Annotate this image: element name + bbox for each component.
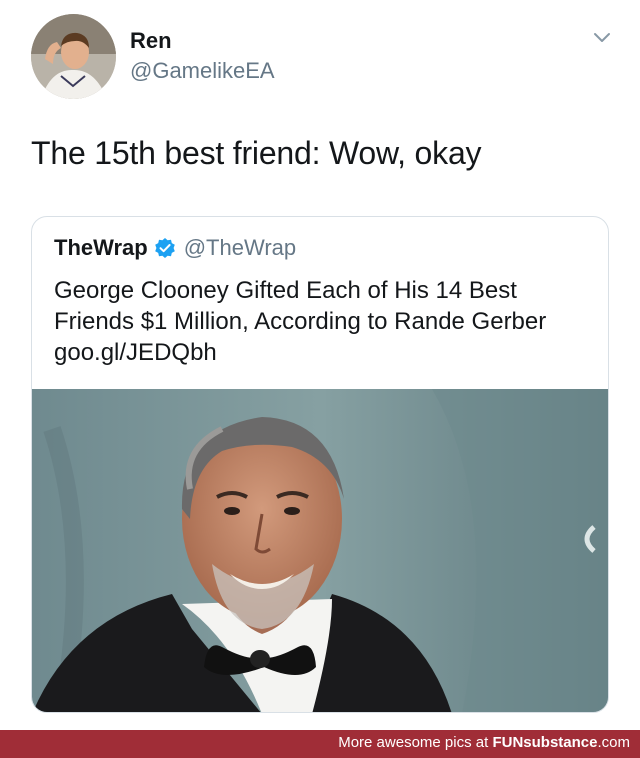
photo-illustration xyxy=(32,389,608,712)
quoted-tweet-text: George Clooney Gifted Each of His 14 Bes… xyxy=(54,277,547,335)
footer-brand: FUNsubstance xyxy=(492,734,598,751)
footer-prefix: More awesome pics at xyxy=(338,734,493,751)
quoted-tweet-card[interactable]: TheWrap @TheWrap George Clooney Gifted E… xyxy=(31,216,609,713)
avatar[interactable] xyxy=(31,14,116,99)
chevron-down-icon[interactable] xyxy=(592,30,612,46)
quoted-tweet-link[interactable]: goo.gl/JEDQbh xyxy=(54,337,594,368)
quoted-author-handle[interactable]: @TheWrap xyxy=(184,235,296,261)
footer-banner[interactable]: More awesome pics at FUNsubstance.com xyxy=(0,730,640,758)
quoted-tweet-text-block: George Clooney Gifted Each of His 14 Bes… xyxy=(54,275,594,368)
tweet-text: The 15th best friend: Wow, okay xyxy=(31,135,482,171)
tweet: Ren @GamelikeEA The 15th best friend: Wo… xyxy=(0,0,640,728)
author-name[interactable]: Ren xyxy=(130,28,172,54)
footer-suffix: .com xyxy=(597,734,630,751)
footer-text: More awesome pics at FUNsubstance.com xyxy=(338,734,630,751)
author-handle[interactable]: @GamelikeEA xyxy=(130,58,275,84)
quoted-tweet-header: TheWrap @TheWrap xyxy=(54,235,296,261)
quoted-author-name[interactable]: TheWrap xyxy=(54,235,148,261)
verified-badge-icon xyxy=(154,237,176,259)
quoted-tweet-photo[interactable] xyxy=(32,389,608,712)
avatar-image xyxy=(31,14,116,99)
